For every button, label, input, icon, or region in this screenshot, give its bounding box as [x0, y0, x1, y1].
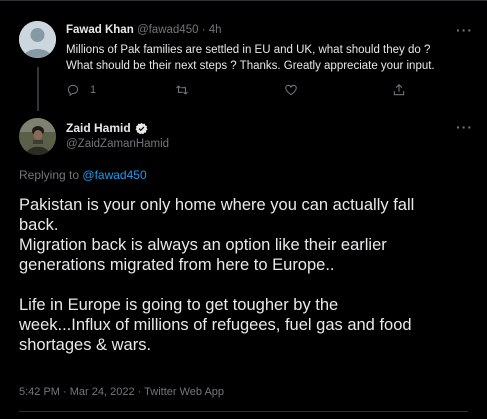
- thread-connector: [37, 67, 39, 111]
- body-line: generations migrated from here to Europe…: [19, 256, 335, 274]
- replying-handle-link[interactable]: @fawad450: [82, 168, 146, 182]
- fawad-avatar[interactable]: [19, 21, 56, 58]
- parent-more-button[interactable]: ···: [456, 22, 473, 38]
- reply-count: 1: [90, 84, 97, 96]
- bottom-divider: [19, 411, 468, 412]
- main-tweet-header: Zaid Hamid: [66, 121, 148, 135]
- zaid-avatar[interactable]: [19, 118, 56, 155]
- body-line: back.: [19, 216, 59, 234]
- default-avatar-icon: [19, 21, 56, 58]
- parent-time[interactable]: 4h: [209, 24, 222, 36]
- tweet-timestamp[interactable]: 5:42 PM · Mar 24, 2022 · Twitter Web App: [19, 386, 224, 398]
- parent-text-line: What should be their next steps ? Thanks…: [66, 60, 435, 72]
- parent-tweet-header: Fawad Khan @fawad450 · 4h: [66, 24, 222, 36]
- body-line: Pakistan is your only home where you can…: [19, 196, 415, 214]
- parent-display-name[interactable]: Fawad Khan: [66, 24, 134, 36]
- reply-button[interactable]: 1: [66, 83, 96, 97]
- profile-photo: [19, 118, 56, 155]
- verified-badge-icon: [135, 122, 148, 134]
- like-button[interactable]: [284, 83, 298, 97]
- replying-to: Replying to @fawad450: [19, 168, 147, 182]
- share-icon: [393, 84, 405, 96]
- body-line: shortages & wars.: [19, 336, 152, 354]
- body-blank-line: [19, 275, 414, 295]
- main-more-button[interactable]: ···: [456, 119, 473, 135]
- parent-handle[interactable]: @fawad450: [137, 24, 199, 36]
- retweet-icon: [176, 85, 188, 95]
- top-divider: [0, 0, 487, 1]
- parent-tweet-text: Millions of Pak families are settled in …: [66, 42, 435, 74]
- main-display-name[interactable]: Zaid Hamid: [66, 121, 131, 135]
- retweet-button[interactable]: [175, 83, 189, 97]
- share-button[interactable]: [392, 83, 406, 97]
- like-icon: [285, 84, 297, 96]
- main-tweet-body: Pakistan is your only home where you can…: [19, 195, 414, 355]
- parent-separator: ·: [201, 24, 206, 36]
- body-line: week...Influx of millions of refugees, f…: [19, 316, 412, 334]
- reply-icon: [67, 84, 79, 97]
- body-line: Migration back is always an option like …: [19, 236, 387, 254]
- replying-prefix: Replying to: [19, 168, 80, 182]
- body-line: Life in Europe is going to get tougher b…: [19, 296, 339, 314]
- main-handle[interactable]: @ZaidZamanHamid: [66, 138, 169, 150]
- parent-text-line: Millions of Pak families are settled in …: [66, 44, 431, 56]
